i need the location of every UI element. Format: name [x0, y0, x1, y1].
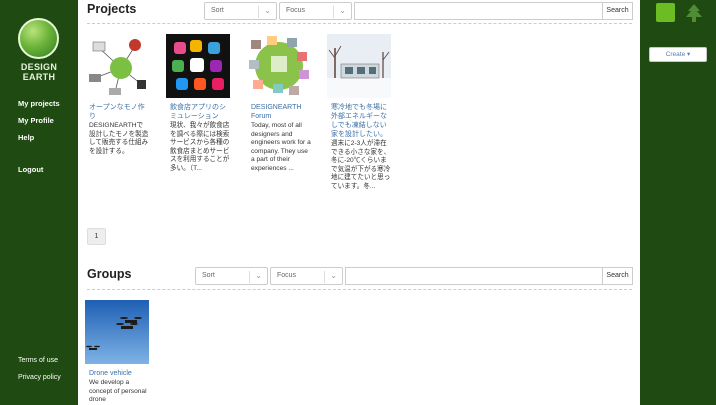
- chevron-down-icon: ⌄: [339, 6, 346, 15]
- project-thumbnail[interactable]: [85, 34, 149, 98]
- groups-heading: Groups: [87, 267, 132, 281]
- projects-sort-select[interactable]: Sort ⌄: [204, 2, 277, 20]
- project-description: 現状、我々が飲食店を調べる際には検索サービスから各種の飲食店まとめサービスを利用…: [170, 122, 230, 172]
- left-sidebar: DESIGN EARTH My projects My Profile Help…: [0, 0, 78, 405]
- sort-label: Sort: [211, 7, 224, 14]
- projects-search-button[interactable]: Search: [602, 2, 633, 20]
- project-thumbnail[interactable]: [166, 34, 230, 98]
- project-title[interactable]: 寒冷地でも冬場に外部エネルギーなしでも凍結しない家を設計したい。: [327, 103, 391, 139]
- right-sidebar: Create ▾: [640, 0, 716, 405]
- project-description: Today, most of all designers and enginee…: [251, 122, 311, 172]
- groups-search-button[interactable]: Search: [602, 267, 633, 285]
- chevron-down-icon: ⌄: [330, 271, 337, 280]
- projects-search-input[interactable]: [354, 2, 602, 20]
- project-thumbnail[interactable]: [247, 34, 311, 98]
- nav-help[interactable]: Help: [18, 133, 34, 142]
- privacy-policy-link[interactable]: Privacy policy: [18, 374, 61, 381]
- nav-my-projects[interactable]: My projects: [18, 99, 60, 108]
- project-description: 週末に2-3人が滞在できる小さな家を、冬に-20℃くらいまで気温が下がる寒冷地に…: [331, 140, 391, 190]
- groups-sort-select[interactable]: Sort ⌄: [195, 267, 268, 285]
- group-description: We develop a concept of personal drone: [89, 379, 147, 404]
- design-earth-logo[interactable]: [18, 18, 59, 59]
- project-title[interactable]: オープンなモノ作り: [85, 103, 149, 121]
- project-card[interactable]: DESIGNEARTH Forum Today, most of all des…: [247, 34, 311, 174]
- groups-divider: [87, 289, 632, 290]
- project-card[interactable]: 飲食店アプリのシミュレーション 現状、我々が飲食店を調べる際には検索サービスから…: [166, 34, 230, 174]
- projects-divider: [87, 23, 632, 24]
- project-card[interactable]: オープンなモノ作り DESIGNEARTHで設計したモノを製造して販売する仕組み…: [85, 34, 149, 156]
- sort-label: Sort: [202, 272, 215, 279]
- project-title[interactable]: 飲食店アプリのシミュレーション: [166, 103, 230, 121]
- projects-heading: Projects: [87, 2, 137, 16]
- nav-logout[interactable]: Logout: [18, 165, 43, 174]
- chevron-down-icon: ⌄: [255, 271, 262, 280]
- project-card[interactable]: 寒冷地でも冬場に外部エネルギーなしでも凍結しない家を設計したい。 週末に2-3人…: [327, 34, 391, 192]
- project-thumbnail[interactable]: [327, 34, 391, 98]
- terms-of-use-link[interactable]: Terms of use: [18, 357, 58, 364]
- project-title[interactable]: DESIGNEARTH Forum: [247, 103, 311, 121]
- focus-label: Focus: [277, 272, 297, 279]
- nav-my-profile[interactable]: My Profile: [18, 116, 54, 125]
- groups-focus-select[interactable]: Focus ⌄: [270, 267, 343, 285]
- group-thumbnail[interactable]: [85, 300, 149, 364]
- logo-text-line1: DESIGN: [20, 62, 58, 72]
- projects-focus-select[interactable]: Focus ⌄: [279, 2, 352, 20]
- user-avatar[interactable]: [656, 3, 675, 22]
- pagination-page-1[interactable]: 1: [87, 228, 106, 245]
- groups-search-input[interactable]: [345, 267, 602, 285]
- chevron-down-icon: ⌄: [264, 6, 271, 15]
- create-button[interactable]: Create ▾: [649, 47, 707, 62]
- group-card[interactable]: Drone vehicle We develop a concept of pe…: [85, 300, 149, 405]
- tree-icon[interactable]: [684, 3, 704, 23]
- focus-label: Focus: [286, 7, 306, 14]
- project-description: DESIGNEARTHで設計したモノを製造して販売する仕組みを設計する。: [89, 122, 149, 155]
- logo-text-line2: EARTH: [22, 72, 56, 82]
- group-title[interactable]: Drone vehicle: [85, 369, 149, 378]
